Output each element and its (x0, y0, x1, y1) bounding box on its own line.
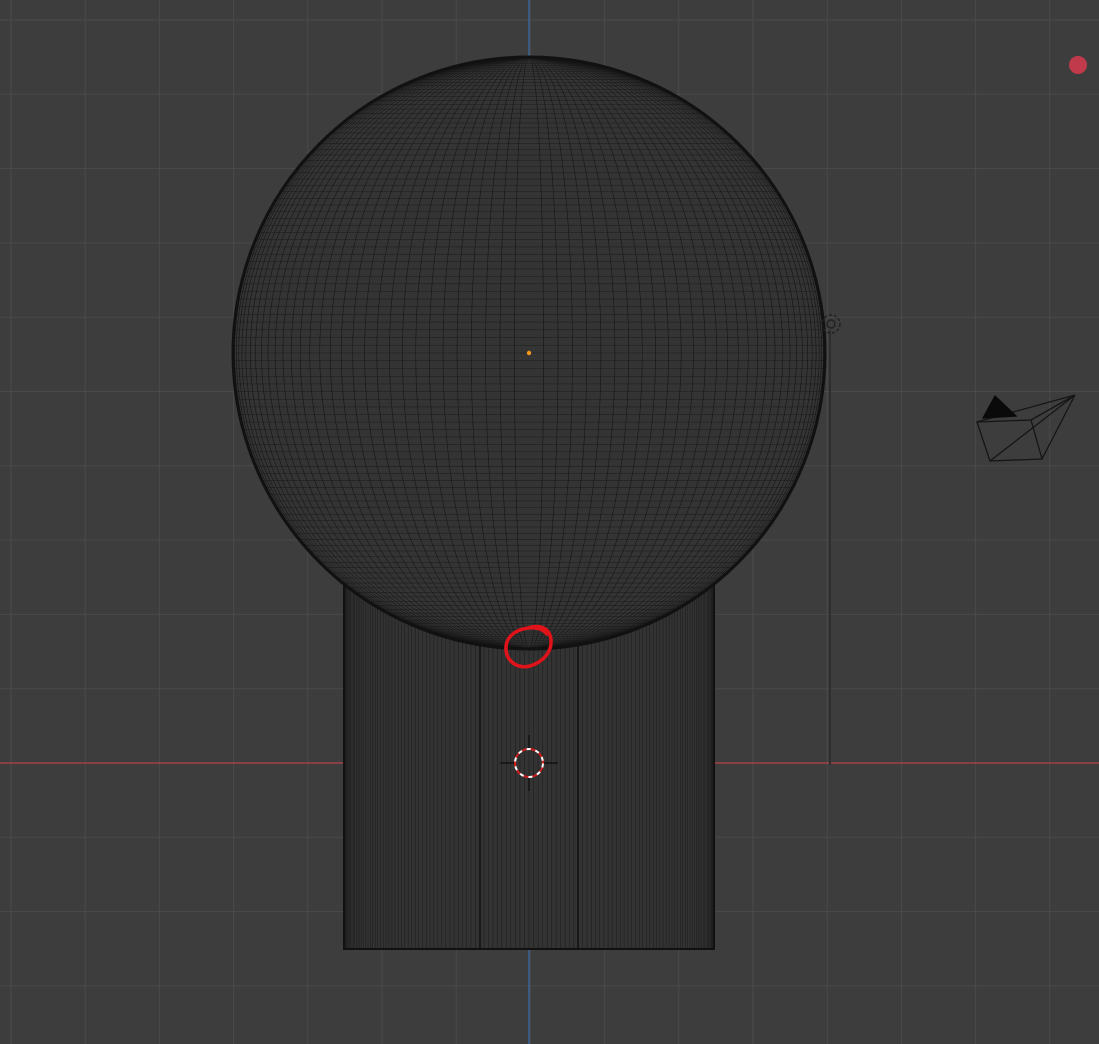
record-dot-icon (1069, 56, 1087, 74)
origin-dot-icon (526, 350, 532, 356)
camera-icon[interactable] (976, 394, 1076, 462)
3d-viewport[interactable] (0, 0, 1099, 1044)
